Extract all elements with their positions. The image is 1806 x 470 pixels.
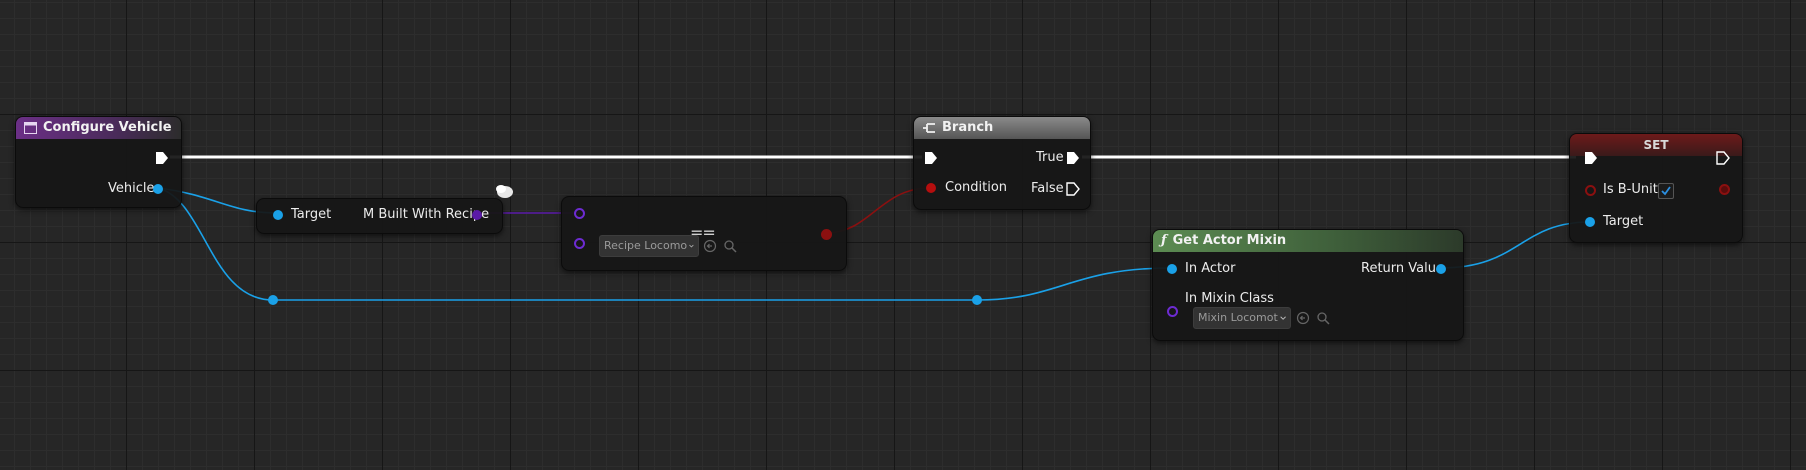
condition-pin[interactable] [926,183,936,193]
in-actor-label: In Actor [1185,261,1236,276]
condition-pin-label: Condition [945,180,1008,195]
exec-pin-icon[interactable] [1066,182,1080,196]
is-b-unit-output-pin[interactable] [1719,184,1730,195]
is-b-unit-checkbox[interactable] [1658,183,1674,199]
comment-bubble-icon[interactable] [493,183,515,201]
equals-input-a-pin[interactable] [574,208,585,219]
branch-icon [923,123,935,133]
browse-icon[interactable] [723,239,737,253]
chevron-down-icon [689,244,694,248]
m-built-with-recipe-pin[interactable] [472,210,482,220]
configure-vehicle-title: Configure Vehicle [43,120,172,135]
true-pin-label: True [1036,150,1064,165]
branch-node[interactable]: Branch True Condition False [913,116,1091,210]
event-icon [24,122,37,134]
exec-pin-icon[interactable] [924,151,938,165]
exec-pin-icon[interactable] [1716,151,1730,165]
equals-input-b-pin[interactable] [574,238,585,249]
false-pin-label: False [1031,181,1064,196]
get-actor-mixin-node[interactable]: ƒ Get Actor Mixin In Actor Return Value … [1152,229,1464,341]
vehicle-pin-label: Vehicle [108,181,155,196]
checkmark-icon [1661,186,1671,196]
mixin-class-combo[interactable]: Mixin Locomot [1193,307,1291,329]
set-target-label: Target [1603,214,1644,229]
recipe-class-combo[interactable]: Recipe Locomo [599,235,699,257]
use-selected-icon[interactable] [703,239,717,253]
is-b-unit-label: Is B-Unit [1603,182,1658,197]
browse-icon[interactable] [1316,311,1330,325]
object-wire-reroute-to-in-actor [976,267,1172,301]
set-title: SET [1643,138,1669,152]
function-icon: ƒ [1161,233,1167,248]
configure-vehicle-node[interactable]: Configure Vehicle Vehicle [15,116,182,208]
branch-title: Branch [942,120,994,135]
configure-vehicle-header[interactable]: Configure Vehicle [16,117,181,139]
exec-pin-icon[interactable] [1066,151,1080,165]
exec-pin-icon[interactable] [1584,151,1598,165]
return-value-pin[interactable] [1436,264,1446,274]
vehicle-pin[interactable] [153,184,163,194]
recipe-class-combo-value: Recipe Locomo [604,239,688,252]
chevron-down-icon [1280,316,1286,320]
in-actor-pin[interactable] [1167,264,1177,274]
get-actor-mixin-title: Get Actor Mixin [1172,233,1287,248]
equals-output-pin[interactable] [821,229,832,240]
set-target-pin[interactable] [1585,217,1595,227]
reroute-knot-left[interactable] [268,295,278,305]
get-actor-mixin-header[interactable]: ƒ Get Actor Mixin [1153,230,1463,252]
set-node[interactable]: SET Is B-Unit Target [1569,133,1743,243]
exec-pin-icon[interactable] [155,151,169,165]
m-built-with-recipe-label: M Built With Recipe [363,207,490,222]
target-pin-label: Target [291,207,332,222]
target-pin[interactable] [273,210,283,220]
branch-header[interactable]: Branch [914,117,1090,139]
wire-layer [157,155,1591,301]
m-built-with-recipe-node[interactable]: Target M Built With Recipe [256,198,503,234]
in-mixin-class-label: In Mixin Class [1185,291,1274,306]
in-mixin-class-pin[interactable] [1167,306,1178,317]
use-selected-icon[interactable] [1296,311,1310,325]
equals-node[interactable]: == Recipe Locomo [561,196,847,271]
is-b-unit-pin[interactable] [1585,185,1596,196]
reroute-knot-right[interactable] [972,295,982,305]
mixin-class-combo-value: Mixin Locomot [1198,311,1278,324]
return-value-label: Return Value [1361,261,1444,276]
